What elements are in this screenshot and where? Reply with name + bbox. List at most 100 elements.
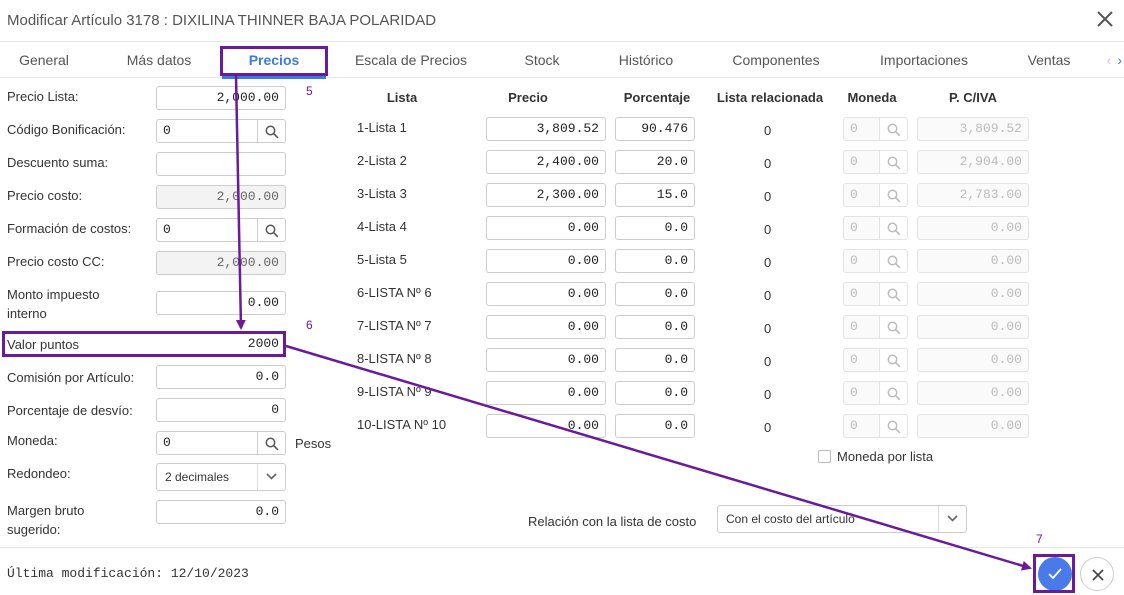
price-row-pciva-input: 0.00 [917,249,1029,273]
price-row-lista-relacionada: 0 [764,288,772,303]
price-row-precio-input[interactable]: 2,400.00 [486,150,606,174]
chevron-left-icon[interactable]: ‹ [1107,52,1112,68]
price-row-moneda-input: 0 [843,249,880,273]
price-row-lista-relacionada: 0 [764,354,772,369]
comision-articulo-label: Comisión por Artículo: [7,370,135,385]
tab-escala-precios[interactable]: Escala de Precios [348,42,474,78]
price-row-precio-input[interactable]: 3,809.52 [486,117,606,141]
header-pciva: P. C/IVA [949,90,997,105]
precio-costo-input: 2,000.00 [156,185,286,209]
search-icon [887,156,901,170]
price-row-lista: 9-LISTA Nº 9 [357,384,432,399]
price-row-porcentaje-input[interactable]: 20.0 [615,150,695,174]
price-row-moneda-search-button [880,249,908,273]
codigo-bonificacion-search-button[interactable] [258,119,286,143]
price-row-porcentaje-input[interactable]: 90.476 [615,117,695,141]
precio-costo-label: Precio costo: [7,188,83,203]
price-row-pciva-input: 0.00 [917,348,1029,372]
price-row-porcentaje-input[interactable]: 0.0 [615,348,695,372]
price-row-pciva-input: 0.00 [917,282,1029,306]
price-row-porcentaje-input[interactable]: 0.0 [615,282,695,306]
formacion-costos-input[interactable]: 0 [156,218,258,242]
price-row-precio-input[interactable]: 2,300.00 [486,183,606,207]
redondeo-select[interactable]: 2 decimales [156,463,286,491]
price-row-lista: 1-Lista 1 [357,120,407,135]
price-row-precio-input[interactable]: 0.00 [486,414,606,438]
close-icon [1092,569,1104,581]
moneda-name: Pesos [295,436,332,451]
moneda-search-button[interactable] [258,431,286,455]
precio-lista-input[interactable]: 2,000.00 [156,86,286,110]
price-row-precio-input[interactable]: 0.00 [486,282,606,306]
price-row-precio-input[interactable]: 0.00 [486,249,606,273]
margen-bruto-label-line2: sugerido: [7,522,61,537]
header-lista-relacionada: Lista relacionada [716,90,824,105]
price-row-precio-input[interactable]: 0.00 [486,216,606,240]
codigo-bonificacion-input[interactable]: 0 [156,119,258,143]
price-row-porcentaje-input[interactable]: 0.0 [615,249,695,273]
annotation-step-7: 7 [1036,532,1043,546]
price-row-porcentaje-input[interactable]: 0.0 [615,414,695,438]
price-row-moneda-input: 0 [843,282,880,306]
price-row-moneda-search-button [880,117,908,141]
header-lista: Lista [386,90,418,105]
price-row-lista-relacionada: 0 [764,387,772,402]
price-row-porcentaje-input[interactable]: 0.0 [615,315,695,339]
price-row-porcentaje-input[interactable]: 0.0 [615,216,695,240]
title-bar: Modificar Artículo 3178 : DIXILINA THINN… [0,0,1124,42]
monto-impuesto-input[interactable]: 0.00 [156,291,286,315]
price-row-porcentaje-input[interactable]: 0.0 [615,381,695,405]
porcentaje-desvio-input[interactable]: 0 [156,398,286,422]
descuento-suma-label: Descuento suma: [7,155,109,170]
moneda-input[interactable]: 0 [156,431,258,455]
price-row-moneda-input: 0 [843,117,880,141]
price-row-moneda-input: 0 [843,183,880,207]
relacion-costo-select-value: Con el costo del artículo [726,512,855,526]
price-row-moneda-search-button [880,414,908,438]
close-icon[interactable] [1094,8,1116,30]
monto-impuesto-label-line1: Monto impuesto [7,287,100,302]
highlight-valor-puntos [2,331,286,357]
price-row-precio-input[interactable]: 0.00 [486,381,606,405]
price-row-lista-relacionada: 0 [764,123,772,138]
relacion-costo-select[interactable]: Con el costo del artículo [717,505,967,533]
price-row-moneda-search-button [880,348,908,372]
formacion-costos-search-button[interactable] [258,218,286,242]
annotation-step-5: 5 [306,84,313,98]
precio-lista-label: Precio Lista: [7,89,79,104]
moneda-por-lista-checkbox[interactable] [818,450,831,463]
redondeo-select-value: 2 decimales [165,470,230,484]
chevron-down-icon [257,464,285,490]
header-porcentaje: Porcentaje [623,90,691,105]
search-icon [887,387,901,401]
tab-mas-datos[interactable]: Más datos [112,42,206,78]
price-row-precio-input[interactable]: 0.00 [486,315,606,339]
relacion-costo-label: Relación con la lista de costo [528,514,697,529]
price-row-moneda-search-button [880,282,908,306]
search-icon [887,189,901,203]
tab-general[interactable]: General [6,42,82,78]
search-icon [887,321,901,335]
price-row-moneda-input: 0 [843,315,880,339]
tab-ventas[interactable]: Ventas [1016,42,1082,78]
price-row-lista: 6-LISTA Nº 6 [357,285,432,300]
tab-historico[interactable]: Histórico [608,42,684,78]
search-icon [887,354,901,368]
price-row-lista: 2-Lista 2 [357,153,407,168]
price-row-pciva-input: 2,904.00 [917,150,1029,174]
tab-scroll-arrows[interactable]: ‹ › [1101,52,1122,68]
monto-impuesto-label-line2: interno [7,306,47,321]
search-icon [887,288,901,302]
tab-stock[interactable]: Stock [510,42,574,78]
comision-articulo-input[interactable]: 0.0 [156,365,286,389]
descuento-suma-input[interactable] [156,152,286,176]
price-row-porcentaje-input[interactable]: 15.0 [615,183,695,207]
margen-bruto-input[interactable]: 0.0 [156,500,286,524]
cancel-button[interactable] [1080,557,1114,591]
price-row-lista: 5-Lista 5 [357,252,407,267]
tab-componentes[interactable]: Componentes [722,42,830,78]
moneda-label: Moneda: [7,433,58,448]
tab-importaciones[interactable]: Importaciones [866,42,982,78]
chevron-right-icon[interactable]: › [1117,52,1122,68]
price-row-precio-input[interactable]: 0.00 [486,348,606,372]
